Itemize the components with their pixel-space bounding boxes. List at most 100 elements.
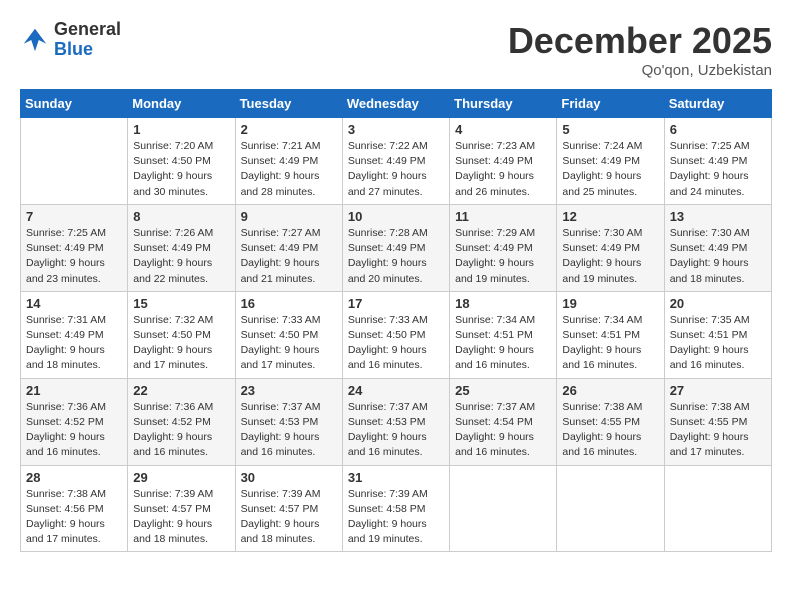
day-info: Sunrise: 7:29 AMSunset: 4:49 PMDaylight:… xyxy=(455,226,551,287)
col-tuesday: Tuesday xyxy=(235,90,342,118)
day-info: Sunrise: 7:21 AMSunset: 4:49 PMDaylight:… xyxy=(241,139,337,200)
day-info: Sunrise: 7:38 AMSunset: 4:55 PMDaylight:… xyxy=(562,400,658,461)
col-friday: Friday xyxy=(557,90,664,118)
day-number: 9 xyxy=(241,209,337,224)
calendar-header-row: Sunday Monday Tuesday Wednesday Thursday… xyxy=(21,90,772,118)
table-row: 25 Sunrise: 7:37 AMSunset: 4:54 PMDaylig… xyxy=(450,378,557,465)
calendar-week-row: 14 Sunrise: 7:31 AMSunset: 4:49 PMDaylig… xyxy=(21,291,772,378)
day-number: 22 xyxy=(133,383,229,398)
day-info: Sunrise: 7:34 AMSunset: 4:51 PMDaylight:… xyxy=(455,313,551,374)
table-row: 14 Sunrise: 7:31 AMSunset: 4:49 PMDaylig… xyxy=(21,291,128,378)
table-row: 31 Sunrise: 7:39 AMSunset: 4:58 PMDaylig… xyxy=(342,465,449,552)
table-row: 15 Sunrise: 7:32 AMSunset: 4:50 PMDaylig… xyxy=(128,291,235,378)
day-number: 1 xyxy=(133,122,229,137)
table-row: 22 Sunrise: 7:36 AMSunset: 4:52 PMDaylig… xyxy=(128,378,235,465)
day-number: 13 xyxy=(670,209,766,224)
table-row: 28 Sunrise: 7:38 AMSunset: 4:56 PMDaylig… xyxy=(21,465,128,552)
day-number: 20 xyxy=(670,296,766,311)
day-number: 4 xyxy=(455,122,551,137)
calendar-table: Sunday Monday Tuesday Wednesday Thursday… xyxy=(20,89,772,552)
day-info: Sunrise: 7:28 AMSunset: 4:49 PMDaylight:… xyxy=(348,226,444,287)
day-number: 14 xyxy=(26,296,122,311)
table-row: 11 Sunrise: 7:29 AMSunset: 4:49 PMDaylig… xyxy=(450,204,557,291)
table-row: 1 Sunrise: 7:20 AMSunset: 4:50 PMDayligh… xyxy=(128,118,235,205)
table-row xyxy=(450,465,557,552)
calendar-week-row: 21 Sunrise: 7:36 AMSunset: 4:52 PMDaylig… xyxy=(21,378,772,465)
day-info: Sunrise: 7:38 AMSunset: 4:55 PMDaylight:… xyxy=(670,400,766,461)
col-thursday: Thursday xyxy=(450,90,557,118)
day-number: 25 xyxy=(455,383,551,398)
day-info: Sunrise: 7:39 AMSunset: 4:58 PMDaylight:… xyxy=(348,487,444,548)
day-number: 19 xyxy=(562,296,658,311)
day-info: Sunrise: 7:33 AMSunset: 4:50 PMDaylight:… xyxy=(348,313,444,374)
day-number: 3 xyxy=(348,122,444,137)
calendar-week-row: 28 Sunrise: 7:38 AMSunset: 4:56 PMDaylig… xyxy=(21,465,772,552)
location: Qo'qon, Uzbekistan xyxy=(508,62,772,79)
table-row: 13 Sunrise: 7:30 AMSunset: 4:49 PMDaylig… xyxy=(664,204,771,291)
day-info: Sunrise: 7:35 AMSunset: 4:51 PMDaylight:… xyxy=(670,313,766,374)
table-row: 2 Sunrise: 7:21 AMSunset: 4:49 PMDayligh… xyxy=(235,118,342,205)
logo-icon xyxy=(20,25,50,55)
table-row xyxy=(557,465,664,552)
day-number: 21 xyxy=(26,383,122,398)
day-number: 18 xyxy=(455,296,551,311)
day-info: Sunrise: 7:24 AMSunset: 4:49 PMDaylight:… xyxy=(562,139,658,200)
day-info: Sunrise: 7:26 AMSunset: 4:49 PMDaylight:… xyxy=(133,226,229,287)
day-number: 11 xyxy=(455,209,551,224)
day-info: Sunrise: 7:27 AMSunset: 4:49 PMDaylight:… xyxy=(241,226,337,287)
table-row: 30 Sunrise: 7:39 AMSunset: 4:57 PMDaylig… xyxy=(235,465,342,552)
day-info: Sunrise: 7:23 AMSunset: 4:49 PMDaylight:… xyxy=(455,139,551,200)
day-info: Sunrise: 7:33 AMSunset: 4:50 PMDaylight:… xyxy=(241,313,337,374)
day-info: Sunrise: 7:37 AMSunset: 4:54 PMDaylight:… xyxy=(455,400,551,461)
day-info: Sunrise: 7:25 AMSunset: 4:49 PMDaylight:… xyxy=(26,226,122,287)
table-row: 4 Sunrise: 7:23 AMSunset: 4:49 PMDayligh… xyxy=(450,118,557,205)
day-number: 31 xyxy=(348,470,444,485)
day-info: Sunrise: 7:37 AMSunset: 4:53 PMDaylight:… xyxy=(348,400,444,461)
table-row: 20 Sunrise: 7:35 AMSunset: 4:51 PMDaylig… xyxy=(664,291,771,378)
page-header: General Blue December 2025 Qo'qon, Uzbek… xyxy=(20,20,772,79)
table-row: 5 Sunrise: 7:24 AMSunset: 4:49 PMDayligh… xyxy=(557,118,664,205)
table-row: 26 Sunrise: 7:38 AMSunset: 4:55 PMDaylig… xyxy=(557,378,664,465)
col-wednesday: Wednesday xyxy=(342,90,449,118)
logo-text: General Blue xyxy=(54,20,121,60)
title-block: December 2025 Qo'qon, Uzbekistan xyxy=(508,20,772,79)
day-number: 27 xyxy=(670,383,766,398)
day-info: Sunrise: 7:31 AMSunset: 4:49 PMDaylight:… xyxy=(26,313,122,374)
table-row: 23 Sunrise: 7:37 AMSunset: 4:53 PMDaylig… xyxy=(235,378,342,465)
day-info: Sunrise: 7:39 AMSunset: 4:57 PMDaylight:… xyxy=(241,487,337,548)
day-number: 29 xyxy=(133,470,229,485)
table-row: 10 Sunrise: 7:28 AMSunset: 4:49 PMDaylig… xyxy=(342,204,449,291)
day-info: Sunrise: 7:39 AMSunset: 4:57 PMDaylight:… xyxy=(133,487,229,548)
day-info: Sunrise: 7:22 AMSunset: 4:49 PMDaylight:… xyxy=(348,139,444,200)
table-row: 12 Sunrise: 7:30 AMSunset: 4:49 PMDaylig… xyxy=(557,204,664,291)
day-info: Sunrise: 7:30 AMSunset: 4:49 PMDaylight:… xyxy=(670,226,766,287)
day-number: 24 xyxy=(348,383,444,398)
table-row: 19 Sunrise: 7:34 AMSunset: 4:51 PMDaylig… xyxy=(557,291,664,378)
day-number: 15 xyxy=(133,296,229,311)
logo: General Blue xyxy=(20,20,121,60)
table-row: 9 Sunrise: 7:27 AMSunset: 4:49 PMDayligh… xyxy=(235,204,342,291)
col-monday: Monday xyxy=(128,90,235,118)
calendar-week-row: 7 Sunrise: 7:25 AMSunset: 4:49 PMDayligh… xyxy=(21,204,772,291)
day-info: Sunrise: 7:30 AMSunset: 4:49 PMDaylight:… xyxy=(562,226,658,287)
day-number: 23 xyxy=(241,383,337,398)
day-info: Sunrise: 7:25 AMSunset: 4:49 PMDaylight:… xyxy=(670,139,766,200)
day-number: 2 xyxy=(241,122,337,137)
table-row: 7 Sunrise: 7:25 AMSunset: 4:49 PMDayligh… xyxy=(21,204,128,291)
day-number: 16 xyxy=(241,296,337,311)
table-row: 24 Sunrise: 7:37 AMSunset: 4:53 PMDaylig… xyxy=(342,378,449,465)
day-info: Sunrise: 7:36 AMSunset: 4:52 PMDaylight:… xyxy=(26,400,122,461)
day-number: 8 xyxy=(133,209,229,224)
day-number: 28 xyxy=(26,470,122,485)
table-row: 6 Sunrise: 7:25 AMSunset: 4:49 PMDayligh… xyxy=(664,118,771,205)
table-row: 17 Sunrise: 7:33 AMSunset: 4:50 PMDaylig… xyxy=(342,291,449,378)
day-number: 5 xyxy=(562,122,658,137)
table-row xyxy=(664,465,771,552)
col-sunday: Sunday xyxy=(21,90,128,118)
day-number: 6 xyxy=(670,122,766,137)
day-number: 10 xyxy=(348,209,444,224)
day-info: Sunrise: 7:34 AMSunset: 4:51 PMDaylight:… xyxy=(562,313,658,374)
table-row xyxy=(21,118,128,205)
day-info: Sunrise: 7:32 AMSunset: 4:50 PMDaylight:… xyxy=(133,313,229,374)
table-row: 16 Sunrise: 7:33 AMSunset: 4:50 PMDaylig… xyxy=(235,291,342,378)
